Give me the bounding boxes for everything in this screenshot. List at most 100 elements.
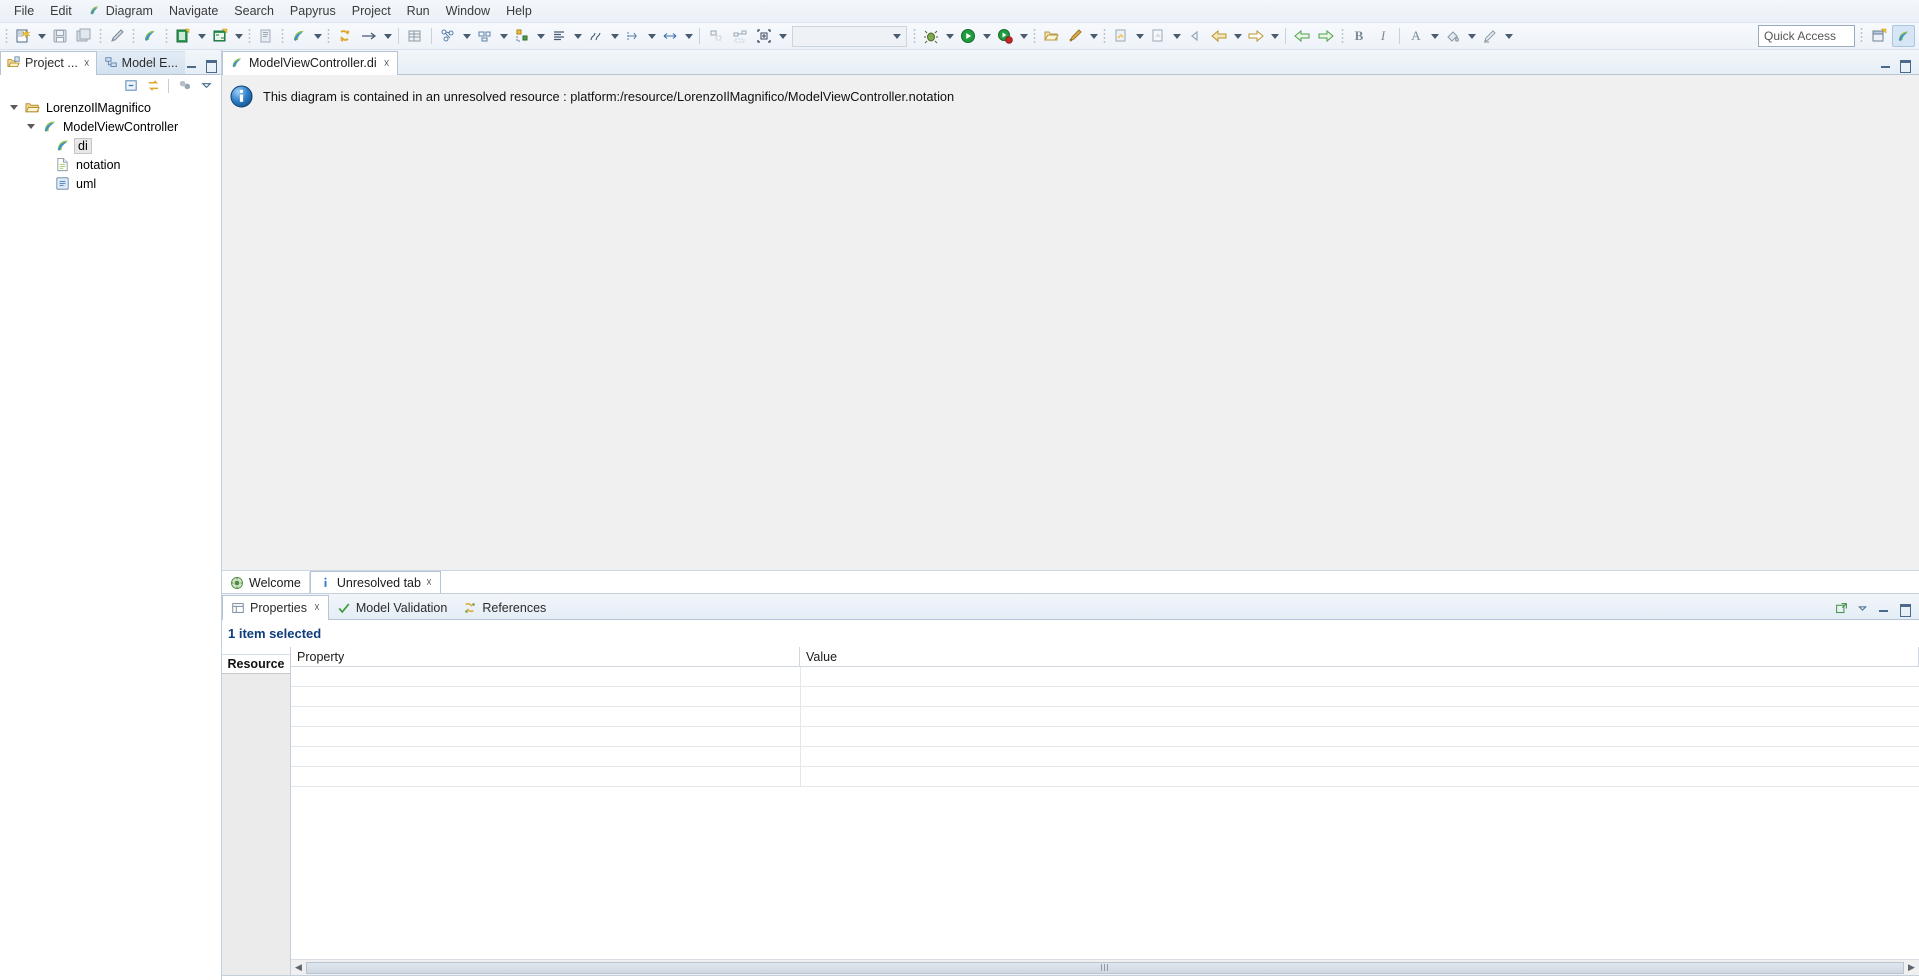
forward-nav-icon[interactable]	[1244, 24, 1268, 48]
new-model-icon[interactable]	[171, 24, 195, 48]
link-editor-icon[interactable]	[143, 76, 163, 95]
run-icon[interactable]	[956, 24, 980, 48]
scrollbar-thumb[interactable]	[306, 961, 1904, 974]
tab-project-explorer[interactable]: Project ... ☓	[0, 51, 97, 75]
toolbar-grip-6[interactable]	[281, 28, 284, 44]
menu-search[interactable]: Search	[226, 2, 282, 20]
filter-nodes-dropdown-icon[interactable]	[460, 25, 473, 47]
line-color-icon[interactable]	[1478, 24, 1502, 48]
inner-tab-unresolved[interactable]: Unresolved tab ☓	[309, 571, 441, 593]
tab-references[interactable]: References	[455, 596, 554, 619]
snap-size-icon[interactable]	[658, 24, 682, 48]
toolbar-grip[interactable]	[5, 28, 8, 44]
coverage-dropdown-icon[interactable]	[1017, 25, 1030, 47]
editor-minimize-icon[interactable]	[1879, 58, 1892, 71]
route-links-icon[interactable]	[584, 24, 608, 48]
papyrus-model-dropdown-icon[interactable]	[311, 25, 324, 47]
papyrus-model-icon[interactable]	[287, 24, 311, 48]
tree-item-project[interactable]: LorenzoIlMagnifico	[0, 98, 221, 117]
arrow-tool-dropdown-icon[interactable]	[381, 25, 394, 47]
column-header-property[interactable]: Property	[291, 647, 800, 666]
zoom-fit-dropdown-icon[interactable]	[776, 25, 789, 47]
open-type-icon[interactable]	[1039, 24, 1063, 48]
table-row[interactable]	[291, 767, 1919, 787]
scroll-right-arrow-icon[interactable]: ▶	[1904, 960, 1919, 975]
menu-edit[interactable]: Edit	[42, 2, 80, 20]
toolbar-grip-8[interactable]	[913, 28, 916, 44]
new-model-dropdown-icon[interactable]	[195, 25, 208, 47]
zoom-fit-icon[interactable]	[752, 24, 776, 48]
fill-color-icon[interactable]	[1441, 24, 1465, 48]
next-annotation-icon[interactable]	[1109, 24, 1133, 48]
toolbar-grip-2[interactable]	[99, 28, 102, 44]
perspective-grip[interactable]	[1860, 27, 1863, 43]
toolbar-grip-11[interactable]	[1341, 28, 1344, 44]
route-links-dropdown-icon[interactable]	[608, 25, 621, 47]
italic-icon[interactable]: I	[1371, 24, 1395, 48]
tree-item-uml[interactable]: uml	[0, 174, 221, 193]
inner-tab-unresolved-close-icon[interactable]: ☓	[426, 576, 432, 589]
properties-maximize-icon[interactable]	[1898, 602, 1911, 617]
font-color-icon[interactable]: A	[1404, 24, 1428, 48]
toolbar-grip-9[interactable]	[1033, 28, 1036, 44]
expand-twisty-icon[interactable]	[8, 102, 20, 114]
align-nodes-dropdown-icon[interactable]	[497, 25, 510, 47]
back-nav-dropdown-icon[interactable]	[1231, 25, 1244, 47]
toolbar-grip-4[interactable]	[165, 28, 168, 44]
toolbar-grip-3[interactable]	[132, 28, 135, 44]
prev-page-icon[interactable]	[1290, 24, 1314, 48]
align-text-icon[interactable]	[547, 24, 571, 48]
search-ref-icon[interactable]	[1063, 24, 1087, 48]
align-text-dropdown-icon[interactable]	[571, 25, 584, 47]
new-wizard-icon[interactable]	[11, 24, 35, 48]
menu-window[interactable]: Window	[438, 2, 498, 20]
menu-diagram[interactable]: Diagram	[80, 2, 161, 20]
properties-horizontal-scrollbar[interactable]: ◀ ▶	[291, 959, 1919, 975]
focus-task-icon[interactable]	[174, 76, 194, 95]
paste-style-icon[interactable]	[254, 24, 278, 48]
next-annotation-dropdown-icon[interactable]	[1133, 25, 1146, 47]
table-row[interactable]	[291, 727, 1919, 747]
tree-item-di[interactable]: di	[0, 136, 221, 155]
open-perspective-button[interactable]	[1868, 26, 1889, 46]
forward-nav-dropdown-icon[interactable]	[1268, 25, 1281, 47]
toolbar-grip-7[interactable]	[327, 28, 330, 44]
column-header-value[interactable]: Value	[800, 647, 1919, 666]
arrange-selection-icon[interactable]	[704, 24, 728, 48]
menu-papyrus[interactable]: Papyrus	[282, 2, 344, 20]
view-menu-icon[interactable]	[196, 76, 216, 95]
properties-table-rows[interactable]	[291, 667, 1919, 959]
arrow-tool-icon[interactable]	[357, 24, 381, 48]
debug-icon[interactable]	[919, 24, 943, 48]
table-row[interactable]	[291, 687, 1919, 707]
font-color-dropdown-icon[interactable]	[1428, 25, 1441, 47]
open-in-new-window-icon[interactable]	[1835, 602, 1848, 615]
quick-access-input[interactable]: Quick Access	[1758, 25, 1855, 47]
collapse-all-icon[interactable]	[121, 76, 141, 95]
scrollbar-track[interactable]	[306, 961, 1904, 974]
menu-file[interactable]: File	[6, 2, 42, 20]
new-wizard-dropdown-icon[interactable]	[35, 25, 48, 47]
menu-navigate[interactable]: Navigate	[161, 2, 226, 20]
new-diagram-icon[interactable]	[208, 24, 232, 48]
properties-minimize-icon[interactable]	[1877, 602, 1890, 615]
save-icon[interactable]	[48, 24, 72, 48]
search-ref-dropdown-icon[interactable]	[1087, 25, 1100, 47]
run-dropdown-icon[interactable]	[980, 25, 993, 47]
new-diagram-dropdown-icon[interactable]	[232, 25, 245, 47]
align-nodes-icon[interactable]	[473, 24, 497, 48]
papyrus-perspective-button[interactable]	[1892, 25, 1915, 47]
toolbar-grip-5[interactable]	[248, 28, 251, 44]
tree-item-notation[interactable]: notation	[0, 155, 221, 174]
fill-color-dropdown-icon[interactable]	[1465, 25, 1478, 47]
papyrus-perspective-icon[interactable]	[138, 24, 162, 48]
table-row[interactable]	[291, 707, 1919, 727]
tab-properties-close-icon[interactable]: ☓	[314, 601, 320, 614]
table-tool-icon[interactable]	[403, 24, 427, 48]
table-row[interactable]	[291, 667, 1919, 687]
back-small-icon[interactable]	[1183, 24, 1207, 48]
coverage-icon[interactable]	[993, 24, 1017, 48]
tab-model-explorer[interactable]: Model E...	[96, 51, 185, 74]
table-row[interactable]	[291, 747, 1919, 767]
save-all-icon[interactable]	[72, 24, 96, 48]
